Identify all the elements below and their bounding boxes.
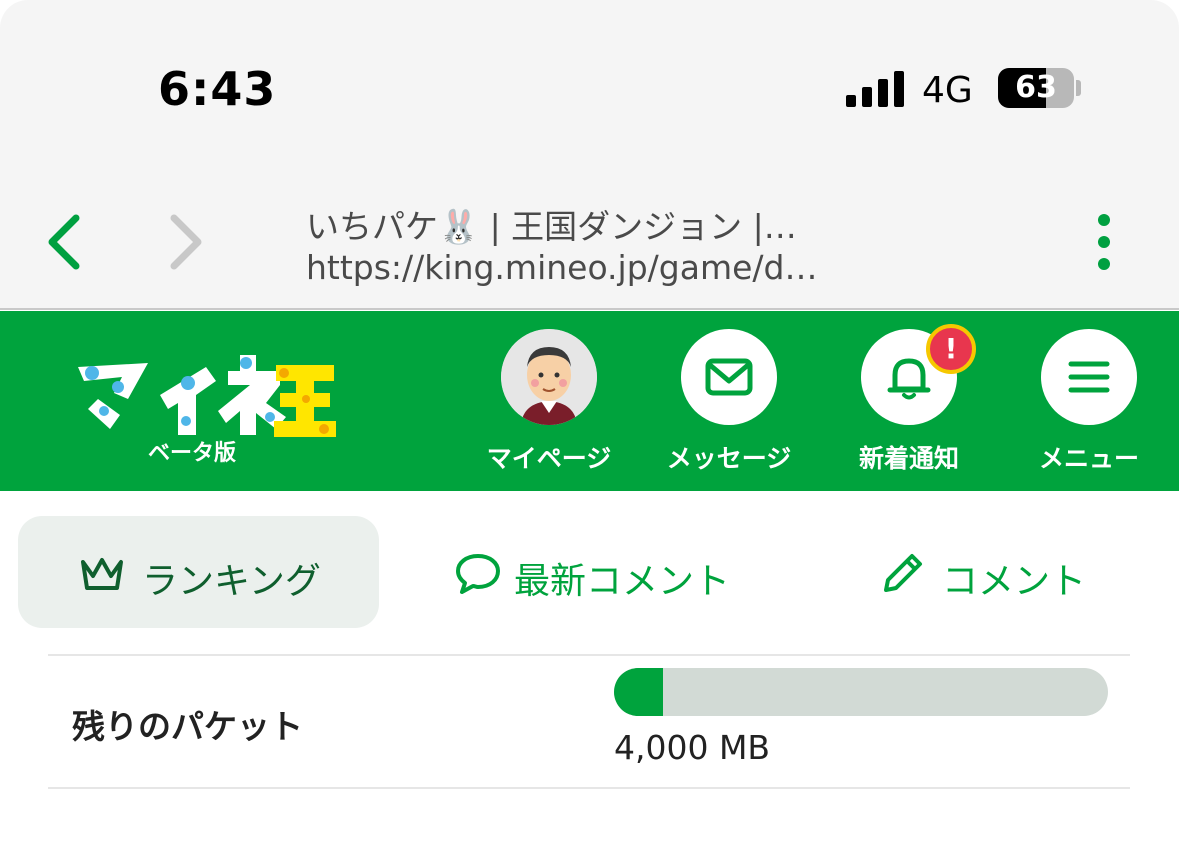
status-bar: 6:43 4G 63: [0, 0, 1179, 180]
tab-latest-comments[interactable]: 最新コメント: [420, 516, 760, 628]
site-logo[interactable]: [70, 337, 340, 447]
site-header: ベータ版 マイページ メッセージ ! 新着通知 メニュー: [0, 311, 1179, 491]
tab-ranking[interactable]: ランキング: [18, 516, 379, 628]
pencil-icon: [884, 554, 922, 592]
packet-label: 残りのパケット: [72, 707, 303, 746]
packet-progress-bar: [614, 668, 1108, 716]
chat-bubble-icon: [456, 554, 500, 594]
tab-comment-label: コメント: [942, 561, 1087, 602]
message-button[interactable]: [681, 329, 777, 425]
page-title[interactable]: いちパケ🐰 | 王国ダンジョン |…: [306, 200, 797, 248]
url-bar[interactable]: https://king.mineo.jp/game/d…: [306, 248, 817, 287]
mineo-logo-image: [78, 355, 336, 437]
packet-value: 4,000 MB: [614, 728, 771, 767]
notification-badge: !: [926, 324, 976, 374]
divider: [48, 654, 1130, 656]
menu-button[interactable]: [1041, 329, 1137, 425]
crown-icon: [81, 558, 123, 590]
avatar: [501, 329, 597, 425]
status-time: 6:43: [158, 62, 277, 116]
back-button[interactable]: [38, 210, 94, 274]
mail-icon: [705, 358, 753, 396]
more-options-icon[interactable]: [1090, 210, 1118, 274]
tab-ranking-label: ランキング: [142, 561, 321, 602]
chevron-right-icon: [170, 214, 202, 270]
divider: [48, 787, 1130, 789]
message-label: メッセージ: [666, 444, 792, 473]
battery-cap: [1076, 80, 1081, 96]
battery-icon: 63: [998, 68, 1074, 108]
tab-latest-comments-label: 最新コメント: [514, 561, 731, 602]
notification-label: 新着通知: [858, 444, 959, 473]
mypage-button[interactable]: [501, 329, 597, 425]
menu-label: メニュー: [1038, 444, 1139, 473]
forward-button[interactable]: [156, 210, 212, 274]
tab-comment[interactable]: コメント: [860, 516, 1160, 628]
packet-progress-fill: [614, 668, 664, 716]
browser-toolbar: いちパケ🐰 | 王国ダンジョン |… https://king.mineo.jp…: [0, 180, 1179, 310]
chevron-left-icon: [48, 214, 80, 270]
bell-icon: [887, 358, 931, 400]
signal-strength-icon: [846, 71, 906, 107]
hamburger-icon: [1068, 361, 1110, 393]
network-type: 4G: [922, 70, 973, 111]
logo-beta-label: ベータ版: [148, 441, 237, 466]
battery-percent: 63: [1015, 70, 1057, 105]
mypage-label: マイページ: [486, 444, 612, 473]
